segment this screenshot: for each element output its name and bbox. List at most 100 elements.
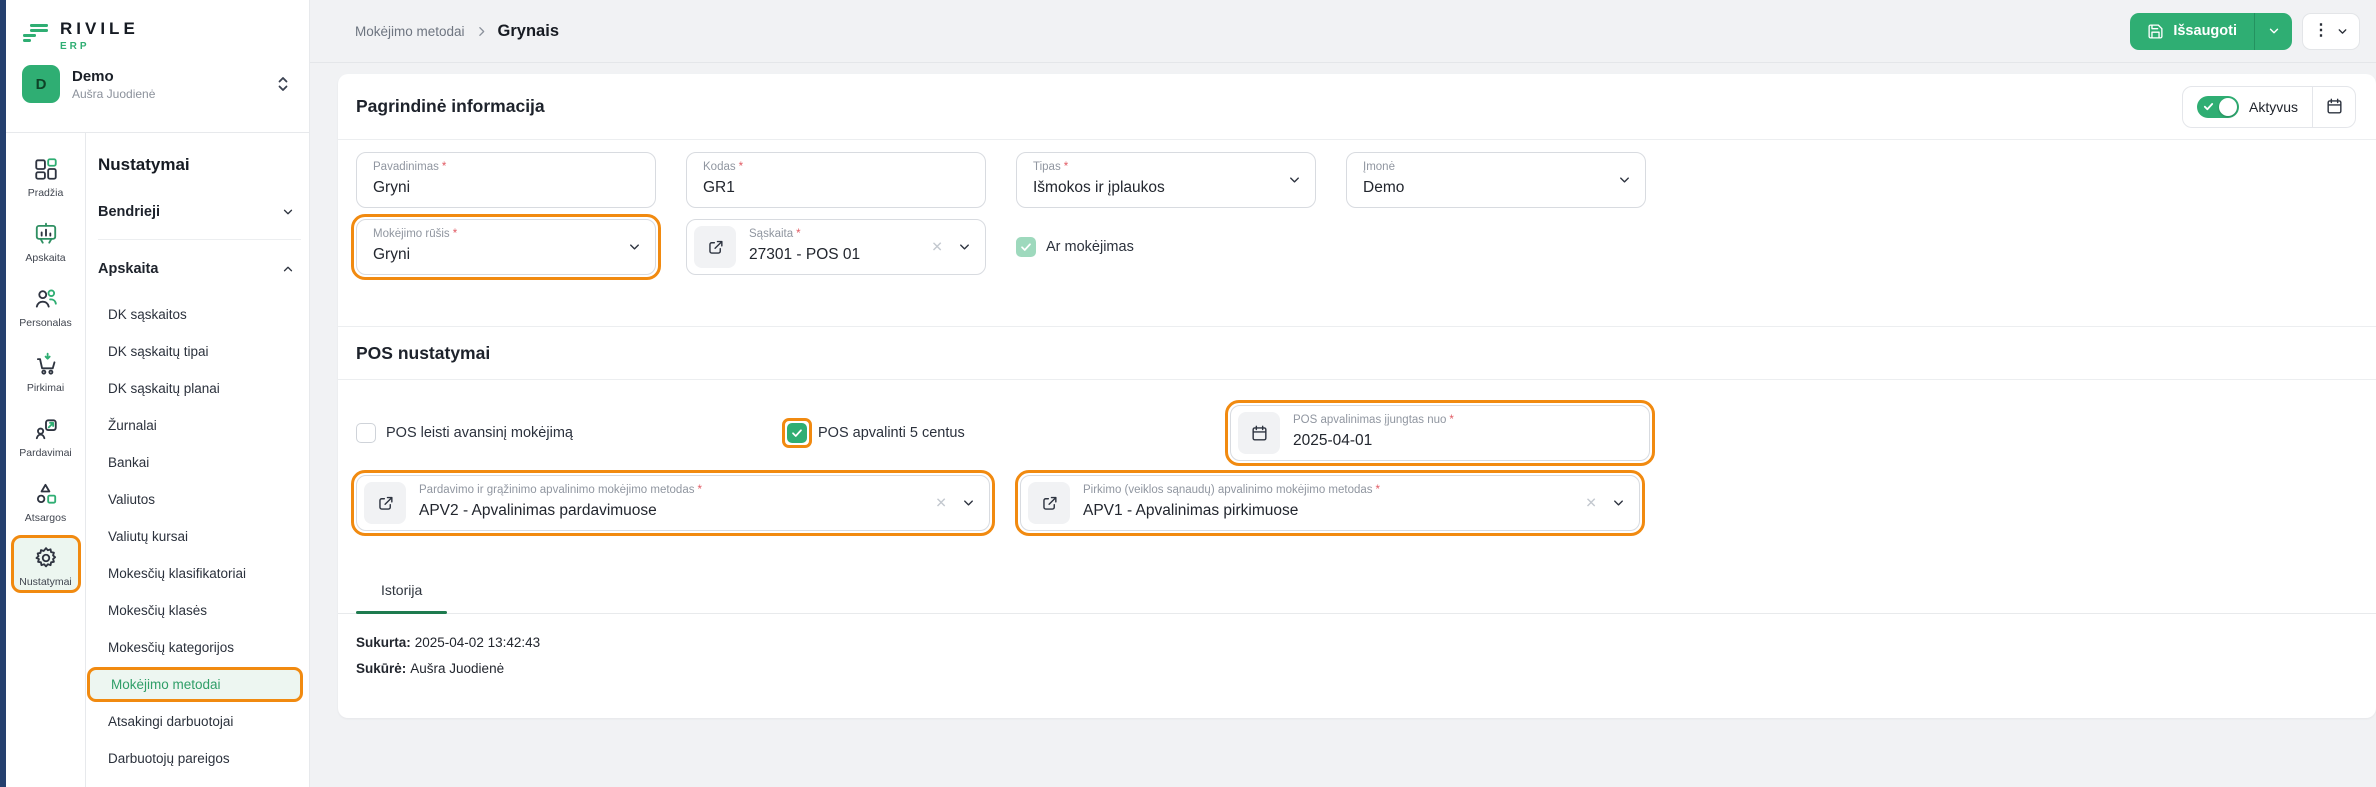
- pos-round-checkbox[interactable]: POS apvalinti 5 centus: [782, 418, 965, 448]
- menu-item-dk-saskaitos[interactable]: DK sąskaitos: [98, 296, 301, 333]
- people-icon: [33, 286, 59, 312]
- clear-icon[interactable]: ✕: [1585, 495, 1597, 512]
- more-actions-button[interactable]: ⋮: [2302, 13, 2360, 50]
- company-select[interactable]: Įmonė Demo: [1346, 152, 1646, 208]
- pos-advance-checkbox[interactable]: POS leisti avansinį mokėjimą: [356, 423, 573, 443]
- avatar: D: [22, 65, 60, 103]
- brand-suffix: ERP: [60, 41, 139, 52]
- payment-kind-select[interactable]: Mokėjimo rūšis* Gryni: [356, 219, 656, 275]
- chevron-down-icon: [2267, 24, 2281, 38]
- sidebar: RIVILE ERP D Demo Aušra Juodienė Pradžia: [6, 0, 310, 787]
- main-area: Mokėjimo metodai Grynais Išsaugoti ⋮ Pag…: [310, 0, 2376, 787]
- menu-item-list: DK sąskaitos DK sąskaitų tipai DK sąskai…: [98, 296, 301, 777]
- brand-name: RIVILE: [60, 19, 139, 38]
- author-row: Sukūrė:Aušra Juodienė: [356, 661, 2358, 676]
- chevron-down-icon: [1617, 173, 1632, 188]
- company-name: Demo: [72, 68, 155, 85]
- menu-item-valiutu-kursai[interactable]: Valiutų kursai: [98, 518, 301, 555]
- rail-item-apskaita[interactable]: Apskaita: [9, 210, 83, 270]
- tab-istorija[interactable]: Istorija: [356, 566, 447, 613]
- menu-item-dk-saskaitu-planai[interactable]: DK sąskaitų planai: [98, 370, 301, 407]
- save-split-button: Išsaugoti: [2130, 13, 2292, 50]
- group-bendrieji[interactable]: Bendrieji: [98, 193, 301, 231]
- menu-title: Nustatymai: [98, 155, 301, 175]
- rail-item-pradzia[interactable]: Pradžia: [9, 145, 83, 205]
- active-status-control: Aktyvus: [2182, 86, 2356, 128]
- highlight-box: Pardavimo ir grąžinimo apvalinimo mokėji…: [351, 470, 995, 536]
- active-toggle[interactable]: [2197, 96, 2239, 118]
- save-button[interactable]: Išsaugoti: [2130, 13, 2254, 50]
- rail-item-personalas[interactable]: Personalas: [9, 275, 83, 335]
- is-payment-checkbox[interactable]: Ar mokėjimas: [1016, 237, 1134, 257]
- checkbox-checked-icon: [1016, 237, 1036, 257]
- form-card: Pagrindinė informacija Aktyvus Pava: [338, 74, 2376, 718]
- menu-item-dk-saskaitu-tipai[interactable]: DK sąskaitų tipai: [98, 333, 301, 370]
- chevron-right-icon: [475, 25, 488, 38]
- group-apskaita[interactable]: Apskaita: [98, 250, 301, 288]
- app-logo[interactable]: RIVILE ERP: [22, 14, 295, 56]
- clear-icon[interactable]: ✕: [931, 239, 943, 256]
- menu-item-valiutos[interactable]: Valiutos: [98, 481, 301, 518]
- chevron-up-icon: [281, 262, 295, 276]
- record-meta: Sukurta:2025-04-02 13:42:43 Sukūrė:Aušra…: [338, 614, 2376, 708]
- menu-item-darbuotoju-pareigos[interactable]: Darbuotojų pareigos: [98, 740, 301, 777]
- type-select[interactable]: Tipas* Išmokos ir įplaukos: [1016, 152, 1316, 208]
- check-icon: [2203, 101, 2214, 112]
- menu-item-mokesciu-klases[interactable]: Mokesčių klasės: [98, 592, 301, 629]
- settings-menu: Nustatymai Bendrieji Apskaita DK sąskait…: [86, 133, 309, 787]
- section-main-body: Pavadinimas* Gryni Kodas* GR1 Tipas* Išm…: [338, 140, 2376, 326]
- calendar-icon[interactable]: [1238, 412, 1280, 454]
- menu-item-zurnalai[interactable]: Žurnalai: [98, 407, 301, 444]
- menu-item-mokejimo-metodai[interactable]: Mokėjimo metodai: [87, 667, 303, 702]
- user-name: Aušra Juodienė: [72, 87, 155, 101]
- external-link-icon[interactable]: [364, 482, 406, 524]
- breadcrumb: Mokėjimo metodai Grynais: [355, 22, 559, 41]
- sidebar-header: RIVILE ERP D Demo Aušra Juodienė: [6, 0, 309, 133]
- chevron-down-icon: [2336, 25, 2349, 38]
- highlight-box: Pirkimo (veiklos sąnaudų) apvalinimo mok…: [1015, 470, 1645, 536]
- rail-item-pirkimai[interactable]: Pirkimai: [9, 340, 83, 400]
- breadcrumb-parent[interactable]: Mokėjimo metodai: [355, 24, 465, 39]
- chevron-down-icon: [627, 240, 642, 255]
- chevron-down-icon: [281, 205, 295, 219]
- sales-icon: [33, 416, 59, 442]
- cart-icon: [33, 351, 59, 377]
- module-rail: Pradžia Apskaita Personalas Pirkimai Par…: [6, 133, 86, 787]
- section-pos-body: POS leisti avansinį mokėjimą POS apvalin…: [338, 380, 2376, 566]
- topbar: Mokėjimo metodai Grynais Išsaugoti ⋮: [310, 0, 2376, 63]
- sales-rounding-method-lookup[interactable]: Pardavimo ir grąžinimo apvalinimo mokėji…: [356, 475, 990, 531]
- section-main-header: Pagrindinė informacija Aktyvus: [338, 74, 2376, 140]
- external-link-icon[interactable]: [1028, 482, 1070, 524]
- active-period-button[interactable]: [2313, 87, 2355, 127]
- tab-bar: Istorija: [338, 566, 2376, 614]
- sort-chevrons-icon: [275, 75, 291, 93]
- external-link-icon[interactable]: [694, 226, 736, 268]
- name-field[interactable]: Pavadinimas* Gryni: [356, 152, 656, 208]
- chevron-down-icon: [961, 496, 976, 511]
- account-lookup[interactable]: Sąskaita* 27301 - POS 01 ✕: [686, 219, 986, 275]
- rail-item-atsargos[interactable]: Atsargos: [9, 470, 83, 530]
- page-title: Grynais: [498, 22, 559, 41]
- rail-item-pardavimai[interactable]: Pardavimai: [9, 405, 83, 465]
- menu-item-mokesciu-klasifikatoriai[interactable]: Mokesčių klasifikatoriai: [98, 555, 301, 592]
- menu-item-mokesciu-kategorijos[interactable]: Mokesčių kategorijos: [98, 629, 301, 666]
- checkbox-checked-icon: [787, 423, 807, 443]
- code-field[interactable]: Kodas* GR1: [686, 152, 986, 208]
- logo-icon: [22, 23, 50, 47]
- pos-round-date-field[interactable]: POS apvalinimas įjungtas nuo* 2025-04-01: [1230, 405, 1650, 461]
- calendar-icon: [2325, 97, 2344, 116]
- save-options-button[interactable]: [2254, 13, 2292, 50]
- highlight-box: Mokėjimo rūšis* Gryni: [351, 214, 661, 280]
- accounting-icon: [33, 221, 59, 247]
- menu-item-bankai[interactable]: Bankai: [98, 444, 301, 481]
- clear-icon[interactable]: ✕: [935, 495, 947, 512]
- menu-item-atsakingi-darbuotojai[interactable]: Atsakingi darbuotojai: [98, 703, 301, 740]
- checkbox-unchecked: [356, 423, 376, 443]
- rail-item-nustatymai[interactable]: Nustatymai: [11, 535, 81, 593]
- dashboard-icon: [33, 156, 59, 182]
- purchase-rounding-method-lookup[interactable]: Pirkimo (veiklos sąnaudų) apvalinimo mok…: [1020, 475, 1640, 531]
- kebab-icon: ⋮: [2313, 23, 2329, 39]
- company-switcher[interactable]: D Demo Aušra Juodienė: [22, 65, 295, 103]
- chevron-down-icon: [1287, 173, 1302, 188]
- active-toggle-label: Aktyvus: [2249, 99, 2298, 115]
